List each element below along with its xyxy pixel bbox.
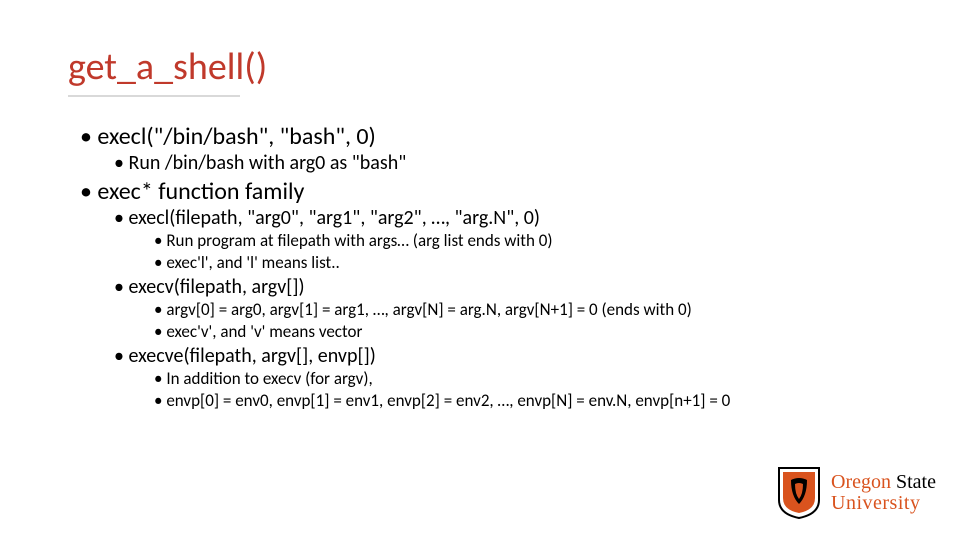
bullet-text: execl(filepath, "arg0", "arg1", "arg2", … <box>128 206 539 230</box>
bullet-text: Run program at filepath with args… (arg … <box>166 230 552 251</box>
bullet-text: envp[0] = env0, envp[1] = env1, envp[2] … <box>166 390 730 411</box>
logo-word-state: State <box>896 471 936 493</box>
bullet-text: In addition to execv (for argv), <box>166 368 372 389</box>
bullet-text: exec'v', and 'v' means vector <box>166 321 362 342</box>
bullet-execve-sig: execve(filepath, argv[], envp[]) In addi… <box>114 344 960 411</box>
bullet-execv-sig: execv(filepath, argv[]) argv[0] = arg0, … <box>114 275 960 342</box>
bullet-execve-note1: In addition to execv (for argv), <box>154 368 960 389</box>
bullet-execl-example: execl("/bin/bash", "bash", 0) Run /bin/b… <box>80 122 960 175</box>
bullet-text: exec'l', and 'l' means list.. <box>166 252 340 273</box>
logo-line1: Oregon State <box>831 472 936 493</box>
logo-text: Oregon State University <box>831 472 936 514</box>
shield-icon <box>777 466 821 520</box>
bullet-exec-family: exec* function family execl(filepath, "a… <box>80 177 960 411</box>
bullet-execl-desc: Run /bin/bash with arg0 as "bash" <box>114 151 960 175</box>
bullet-execl-note1: Run program at filepath with args… (arg … <box>154 230 960 251</box>
bullet-text: argv[0] = arg0, argv[1] = arg1, …, argv[… <box>166 299 691 320</box>
logo-word-oregon: Oregon <box>831 471 891 493</box>
bullet-text: Run /bin/bash with arg0 as "bash" <box>128 151 406 175</box>
bullet-execl-sig: execl(filepath, "arg0", "arg1", "arg2", … <box>114 206 960 273</box>
slide-title: get_a_shell() <box>0 0 960 90</box>
bullet-text: execv(filepath, argv[]) <box>128 275 304 299</box>
slide-content: execl("/bin/bash", "bash", 0) Run /bin/b… <box>0 90 960 411</box>
bullet-execv-note2: exec'v', and 'v' means vector <box>154 321 960 342</box>
title-underline <box>68 95 240 97</box>
bullet-execv-note1: argv[0] = arg0, argv[1] = arg1, …, argv[… <box>154 299 960 320</box>
university-logo: Oregon State University <box>777 466 936 520</box>
bullet-text: execl("/bin/bash", "bash", 0) <box>97 122 375 151</box>
bullet-text: execve(filepath, argv[], envp[]) <box>128 344 375 368</box>
bullet-text: exec* function family <box>97 177 304 206</box>
bullet-execl-note2: exec'l', and 'l' means list.. <box>154 252 960 273</box>
bullet-execve-note2: envp[0] = env0, envp[1] = env1, envp[2] … <box>154 390 960 411</box>
logo-line2: University <box>831 493 936 514</box>
